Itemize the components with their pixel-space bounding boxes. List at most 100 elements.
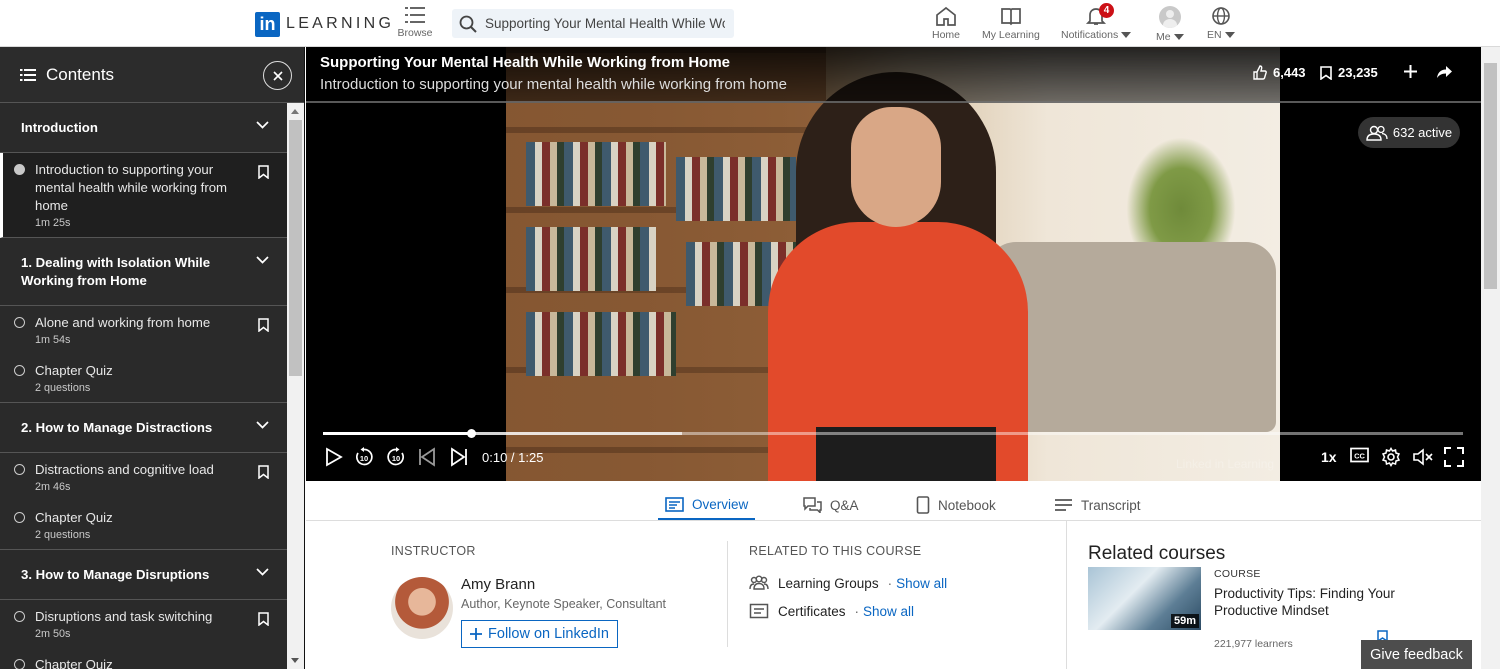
course-learners-count: 221,977 learners: [1214, 638, 1293, 650]
settings-gear-icon[interactable]: [1381, 447, 1401, 467]
playback-speed-button[interactable]: 1x: [1321, 449, 1337, 465]
video-title: Supporting Your Mental Health While Work…: [320, 54, 731, 71]
show-all-groups-link[interactable]: Show all: [896, 576, 947, 591]
chevron-down-icon: [256, 121, 269, 129]
list-item[interactable]: Chapter Quiz 2 questions: [0, 354, 287, 403]
bookmark-icon: [1320, 65, 1332, 80]
mute-button[interactable]: [1412, 447, 1434, 467]
separator-dot: ·: [854, 603, 860, 619]
chevron-down-icon: [256, 568, 269, 576]
scrollbar-thumb[interactable]: [1484, 63, 1497, 289]
section-title: Introduction: [21, 120, 98, 135]
save-button[interactable]: 23,235: [1320, 65, 1378, 80]
share-icon: [1436, 65, 1453, 79]
section-introduction[interactable]: Introduction: [0, 103, 287, 153]
give-feedback-button[interactable]: Give feedback: [1361, 640, 1472, 669]
video-frame: [506, 47, 1280, 481]
course-thumbnail[interactable]: 59m: [1088, 567, 1201, 630]
bookmark-icon[interactable]: [258, 465, 269, 479]
list-item[interactable]: Alone and working from home 1m 54s: [0, 306, 287, 354]
related-courses-title: Related courses: [1088, 543, 1226, 564]
browse-label: Browse: [397, 27, 433, 39]
play-button[interactable]: [325, 447, 343, 467]
captions-button[interactable]: CC: [1350, 447, 1369, 463]
section-manage-distractions[interactable]: 2. How to Manage Distractions: [0, 403, 287, 453]
search-box[interactable]: [452, 9, 734, 38]
close-contents-button[interactable]: [263, 61, 292, 90]
rewind-10-button[interactable]: 10: [354, 447, 374, 467]
list-item[interactable]: Chapter Quiz: [0, 648, 287, 669]
video-player[interactable]: Supporting Your Mental Health While Work…: [306, 47, 1481, 481]
separator-dot: ·: [887, 575, 893, 591]
scroll-down-icon[interactable]: [291, 658, 299, 663]
forward-10-button[interactable]: 10: [386, 447, 406, 467]
nav-language[interactable]: EN: [1207, 6, 1235, 41]
nav-notifications[interactable]: Notifications: [1061, 6, 1132, 41]
sidebar-scrollbar[interactable]: [287, 103, 304, 669]
next-button[interactable]: [450, 447, 468, 467]
chevron-down-icon: [1224, 31, 1235, 38]
search-input[interactable]: [485, 16, 725, 31]
bookmark-icon[interactable]: [258, 165, 269, 179]
item-detail: 1m 25s: [35, 217, 71, 229]
close-icon: [272, 70, 283, 81]
status-dot-icon: [14, 512, 25, 523]
item-title: Chapter Quiz: [35, 657, 113, 669]
scrubber-handle[interactable]: [466, 429, 476, 438]
scroll-up-icon[interactable]: [291, 109, 299, 114]
video-progress-bar[interactable]: [323, 429, 1463, 438]
show-all-certificates-link[interactable]: Show all: [863, 604, 914, 619]
previous-button[interactable]: [418, 447, 436, 467]
browse-button[interactable]: Browse: [396, 6, 434, 39]
follow-on-linkedin-button[interactable]: Follow on LinkedIn: [461, 620, 618, 648]
add-button[interactable]: [1404, 65, 1417, 78]
page-scrollbar[interactable]: [1481, 47, 1500, 669]
svg-text:10: 10: [360, 454, 368, 463]
people-icon: [1366, 125, 1388, 141]
share-button[interactable]: [1436, 65, 1453, 79]
bookmark-icon[interactable]: [258, 318, 269, 332]
status-dot-icon: [14, 317, 25, 328]
list-icon: [20, 68, 36, 82]
status-dot-icon: [14, 164, 25, 175]
list-item[interactable]: Disruptions and task switching 2m 50s: [0, 600, 287, 648]
fullscreen-button[interactable]: [1444, 447, 1464, 467]
instructor-role: Author, Keynote Speaker, Consultant: [461, 597, 666, 611]
list-item[interactable]: Introduction to supporting your mental h…: [0, 153, 287, 238]
table-of-contents: Introduction Introduction to supporting …: [0, 103, 287, 669]
nav-me[interactable]: Me: [1156, 6, 1184, 43]
tab-overview[interactable]: Overview: [658, 490, 756, 520]
item-title: Chapter Quiz: [35, 510, 113, 525]
active-viewers-badge[interactable]: 632 active: [1358, 117, 1460, 148]
browse-menu-icon: [396, 6, 434, 24]
bookmark-icon[interactable]: [258, 612, 269, 626]
list-item[interactable]: Distractions and cognitive load 2m 46s: [0, 453, 287, 501]
home-icon: [935, 6, 957, 26]
list-item[interactable]: Chapter Quiz 2 questions: [0, 501, 287, 550]
scrollbar-thumb[interactable]: [289, 120, 302, 376]
language-label: EN: [1207, 29, 1222, 41]
active-count: 632 active: [1392, 125, 1453, 140]
nav-home[interactable]: Home: [932, 6, 960, 41]
section-manage-disruptions[interactable]: 3. How to Manage Disruptions: [0, 550, 287, 600]
status-dot-icon: [14, 365, 25, 376]
nav-my-learning[interactable]: My Learning: [982, 6, 1040, 41]
instructor-name[interactable]: Amy Brann: [461, 576, 535, 593]
like-button[interactable]: 6,443: [1252, 65, 1306, 80]
me-label: Me: [1156, 31, 1171, 43]
learning-groups-label: Learning Groups: [778, 575, 879, 591]
item-detail: 2 questions: [35, 382, 91, 394]
linkedin-learning-logo[interactable]: in LEARNING: [255, 11, 394, 37]
tab-transcript[interactable]: Transcript: [1054, 490, 1141, 520]
tab-notebook[interactable]: Notebook: [916, 490, 996, 520]
instructor-avatar[interactable]: [391, 577, 453, 639]
tab-qa[interactable]: Q&A: [803, 490, 859, 520]
course-title-link[interactable]: Productivity Tips: Finding Your Producti…: [1214, 585, 1414, 619]
item-detail: 2m 50s: [35, 628, 71, 640]
video-title-bar: Supporting Your Mental Health While Work…: [306, 47, 1481, 103]
section-dealing-with-isolation[interactable]: 1. Dealing with Isolation While Working …: [0, 238, 287, 306]
sofa-image: [986, 242, 1276, 432]
logo-in-mark: in: [255, 11, 280, 37]
item-title: Chapter Quiz: [35, 363, 113, 378]
logo-wordmark: LEARNING: [286, 15, 395, 32]
